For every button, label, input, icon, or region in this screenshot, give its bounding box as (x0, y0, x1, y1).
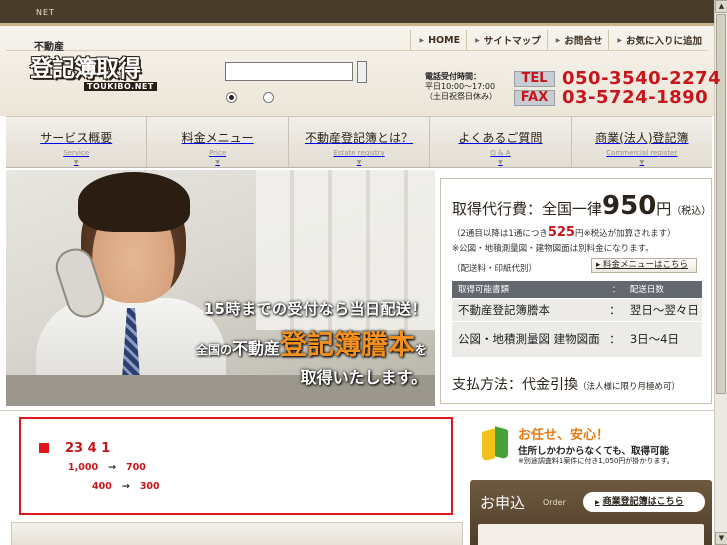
search-button[interactable] (357, 61, 367, 83)
hero-line-2: 全国の不動産登記簿謄本を (195, 330, 427, 361)
table-row: 不動産登記簿謄本 ： 翌日〜翌々日 (452, 297, 702, 321)
phone-hours: 電話受付時間： 平日10:00〜17:00 （土日祝祭日休み） (425, 72, 497, 102)
logo-main-text: 登記簿取得 (30, 56, 141, 82)
site-logo[interactable]: 不動産 登記簿取得 TOUKIBO.NET (30, 38, 160, 108)
fax-number: 03-5724-1890 (562, 87, 709, 108)
hero-line-1: 15時までの受付なら当日配送！ (203, 300, 427, 318)
beginner-mark-icon (480, 426, 510, 462)
chevron-right-icon: ▶ (419, 36, 425, 44)
utility-nav: ▶ HOME ▶ サイトマップ ▶ お問合せ ▶ お気に入りに追加 (410, 30, 708, 50)
topbar-label: NET (36, 8, 55, 17)
search-radio-2[interactable] (263, 92, 274, 103)
commercial-register-button[interactable]: ▶ 商業登記簿はこちら (583, 492, 705, 512)
chevron-down-icon: ▼ (73, 159, 79, 166)
table-header: 取得可能書類 ： 配送日数 (452, 281, 702, 298)
notice-price-change-2: 400 → 300 (92, 481, 160, 492)
order-panel: お申込 Order ▶ 商業登記簿はこちら (470, 480, 712, 545)
search-radio-1[interactable] (226, 92, 237, 103)
arrow-right-icon: → (108, 462, 117, 473)
chevron-right-icon: ▶ (475, 36, 480, 44)
order-title: お申込 (480, 494, 526, 512)
nav-item-price[interactable]: 料金メニュー Price ▼ (147, 117, 289, 167)
nav-item-commercial[interactable]: 商業(法人)登記簿 Commercial register ▼ (572, 117, 712, 167)
logo-sub-text: TOUKIBO.NET (84, 82, 157, 91)
price-note-extra: ※公図・地積測量図・建物図面は別料金になります。 (452, 244, 654, 254)
util-link-contact[interactable]: ▶ お問合せ (546, 30, 609, 50)
nav-item-estate[interactable]: 不動産登記簿とは？ Estate registry ▼ (289, 117, 431, 167)
hero-line-3: 取得いたします。 (300, 368, 427, 387)
util-link-bookmark[interactable]: ▶ お気に入りに追加 (608, 30, 708, 50)
price-note-additional: （2通目以降は1通につき525円※税込が加算されます） (452, 225, 676, 240)
arrow-right-icon: → (121, 481, 130, 492)
price-panel: 取得代行費：全国一律950円（税込） （2通目以降は1通につき525円※税込が加… (440, 178, 712, 404)
contact-tel: TEL 050-3540-2274 (514, 68, 721, 89)
util-link-home[interactable]: ▶ HOME (410, 30, 466, 50)
top-bar: NET (0, 0, 714, 26)
content-panel (11, 522, 463, 545)
reassurance-text: 住所しかわからなくても、取得可能 (518, 446, 669, 457)
hours-weekday: 平日10:00〜17:00 (425, 82, 496, 91)
order-title-en: Order (543, 498, 566, 507)
chevron-down-icon: ▼ (498, 159, 503, 166)
main-nav: サービス概要 Service ▼ 料金メニュー Price ▼ 不動産登記簿とは… (6, 116, 712, 168)
reassurance-block: お任せ、安心！ 住所しかわからなくても、取得可能 ※別途調査料1案件に付き1,0… (478, 424, 714, 476)
tel-number: 050-3540-2274 (562, 68, 722, 89)
nav-item-faq[interactable]: よくあるご質問 Q & A ▼ (430, 117, 572, 167)
hero-banner: 15時までの受付なら当日配送！ 全国の不動産登記簿謄本を 取得いたします。 (6, 170, 435, 406)
hours-closed: （土日祝祭日休み） (425, 92, 497, 101)
tel-label: TEL (514, 70, 555, 87)
util-link-sitemap[interactable]: ▶ サイトマップ (466, 30, 547, 50)
nav-item-service[interactable]: サービス概要 Service ▼ (6, 117, 148, 167)
notice-price-change-1: 1,000 → 700 (68, 462, 146, 473)
section-divider (0, 410, 714, 411)
chevron-down-icon: ▼ (639, 159, 645, 166)
chevron-right-icon: ▶ (595, 499, 600, 506)
square-bullet-icon (39, 443, 49, 453)
chevron-right-icon: ▶ (617, 36, 622, 44)
delivery-table: 取得可能書類 ： 配送日数 不動産登記簿謄本 ： 翌日〜翌々日 公図・地積測量図… (452, 281, 702, 357)
reassurance-title: お任せ、安心！ (518, 428, 610, 443)
reassurance-note: ※別途調査料1案件に付き1,050円が掛かります。 (518, 457, 674, 465)
chevron-right-icon: ▶ (555, 36, 561, 44)
chevron-right-icon: ▸ (596, 260, 603, 270)
chevron-down-icon: ▼ (215, 159, 220, 166)
fax-label: FAX (514, 89, 555, 106)
search-input[interactable] (225, 62, 353, 81)
order-form-area (478, 524, 704, 545)
scroll-down-arrow-icon[interactable]: ▼ (715, 532, 727, 545)
notice-date: 23 4 1 (39, 441, 110, 456)
payment-method: 支払方法：代金引換（法人様に限り月極め可） (452, 377, 681, 393)
hours-title: 電話受付時間： (425, 72, 481, 81)
price-note-shipping: （配送料・印紙代別） (452, 264, 538, 274)
price-headline: 取得代行費：全国一律950円（税込） (452, 191, 712, 221)
chevron-down-icon: ▼ (356, 159, 362, 166)
hero-copy: 15時までの受付なら当日配送！ 全国の不動産登記簿謄本を 取得いたします。 (196, 298, 427, 388)
fee-menu-button[interactable]: ▸ 料金メニューはこちら (591, 258, 697, 273)
contact-fax: FAX 03-5724-1890 (514, 87, 708, 108)
notice-box: 23 4 1 1,000 → 700 400 → 300 (19, 417, 453, 515)
scroll-up-arrow-icon[interactable]: ▲ (715, 0, 727, 13)
table-row: 公図・地積測量図 建物図面 ： 3日〜4日 (452, 320, 702, 357)
